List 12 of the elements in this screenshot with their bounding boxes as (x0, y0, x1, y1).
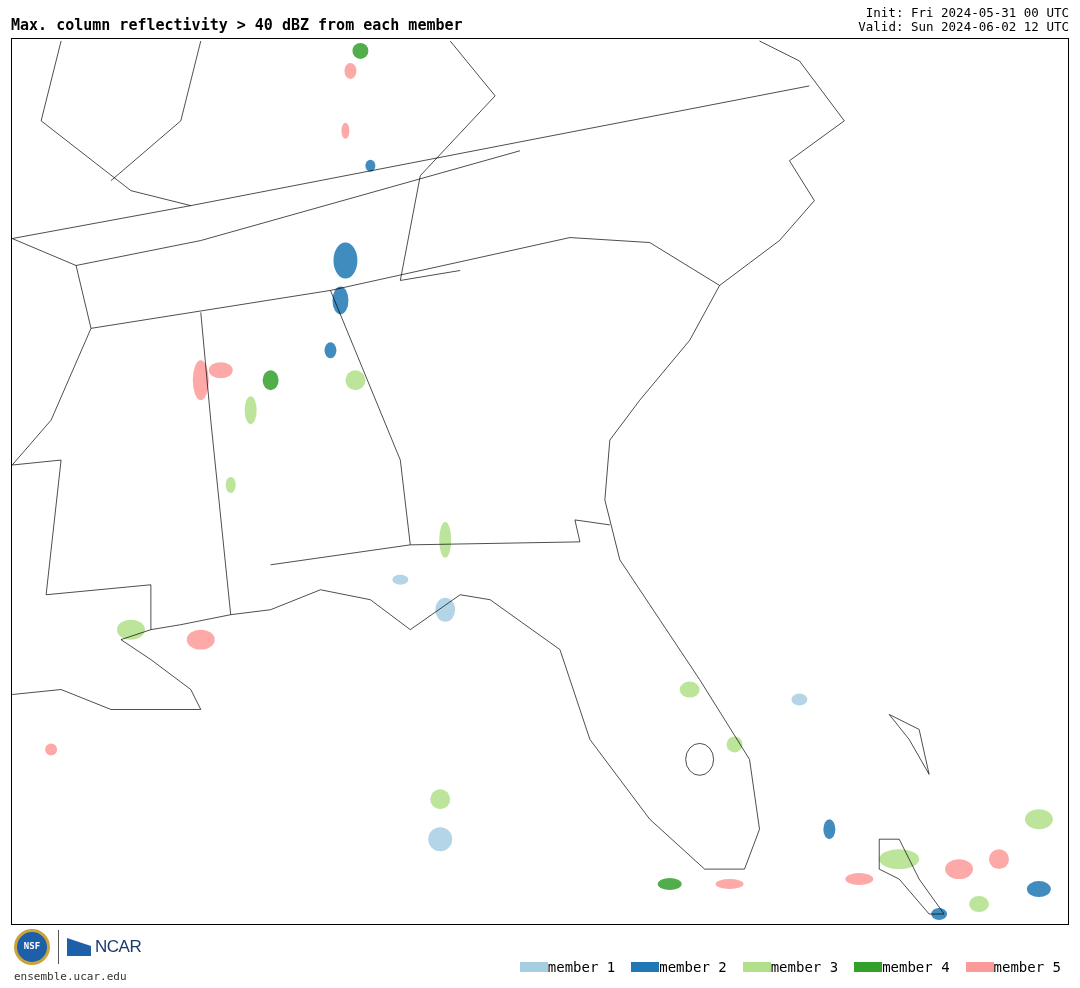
legend-label: member 3 (770, 957, 839, 977)
legend-label: member 2 (659, 957, 727, 977)
nsf-logo: NSF (14, 929, 50, 965)
ncar-logo-icon (67, 938, 91, 956)
ncar-logo-text: NCAR (95, 936, 142, 959)
valid-time: Valid: Sun 2024-06-02 12 UTC (858, 20, 1069, 34)
chart-title: Max. column reflectivity > 40 dBZ from each member (11, 15, 463, 36)
legend-label: member 5 (993, 957, 1061, 977)
legend-label: member 4 (882, 957, 950, 977)
website-url: ensemble.ucar.edu (14, 969, 128, 985)
init-time: Init: Fri 2024-05-31 00 UTC (864, 6, 1069, 20)
legend-label: member 1 (547, 957, 616, 977)
